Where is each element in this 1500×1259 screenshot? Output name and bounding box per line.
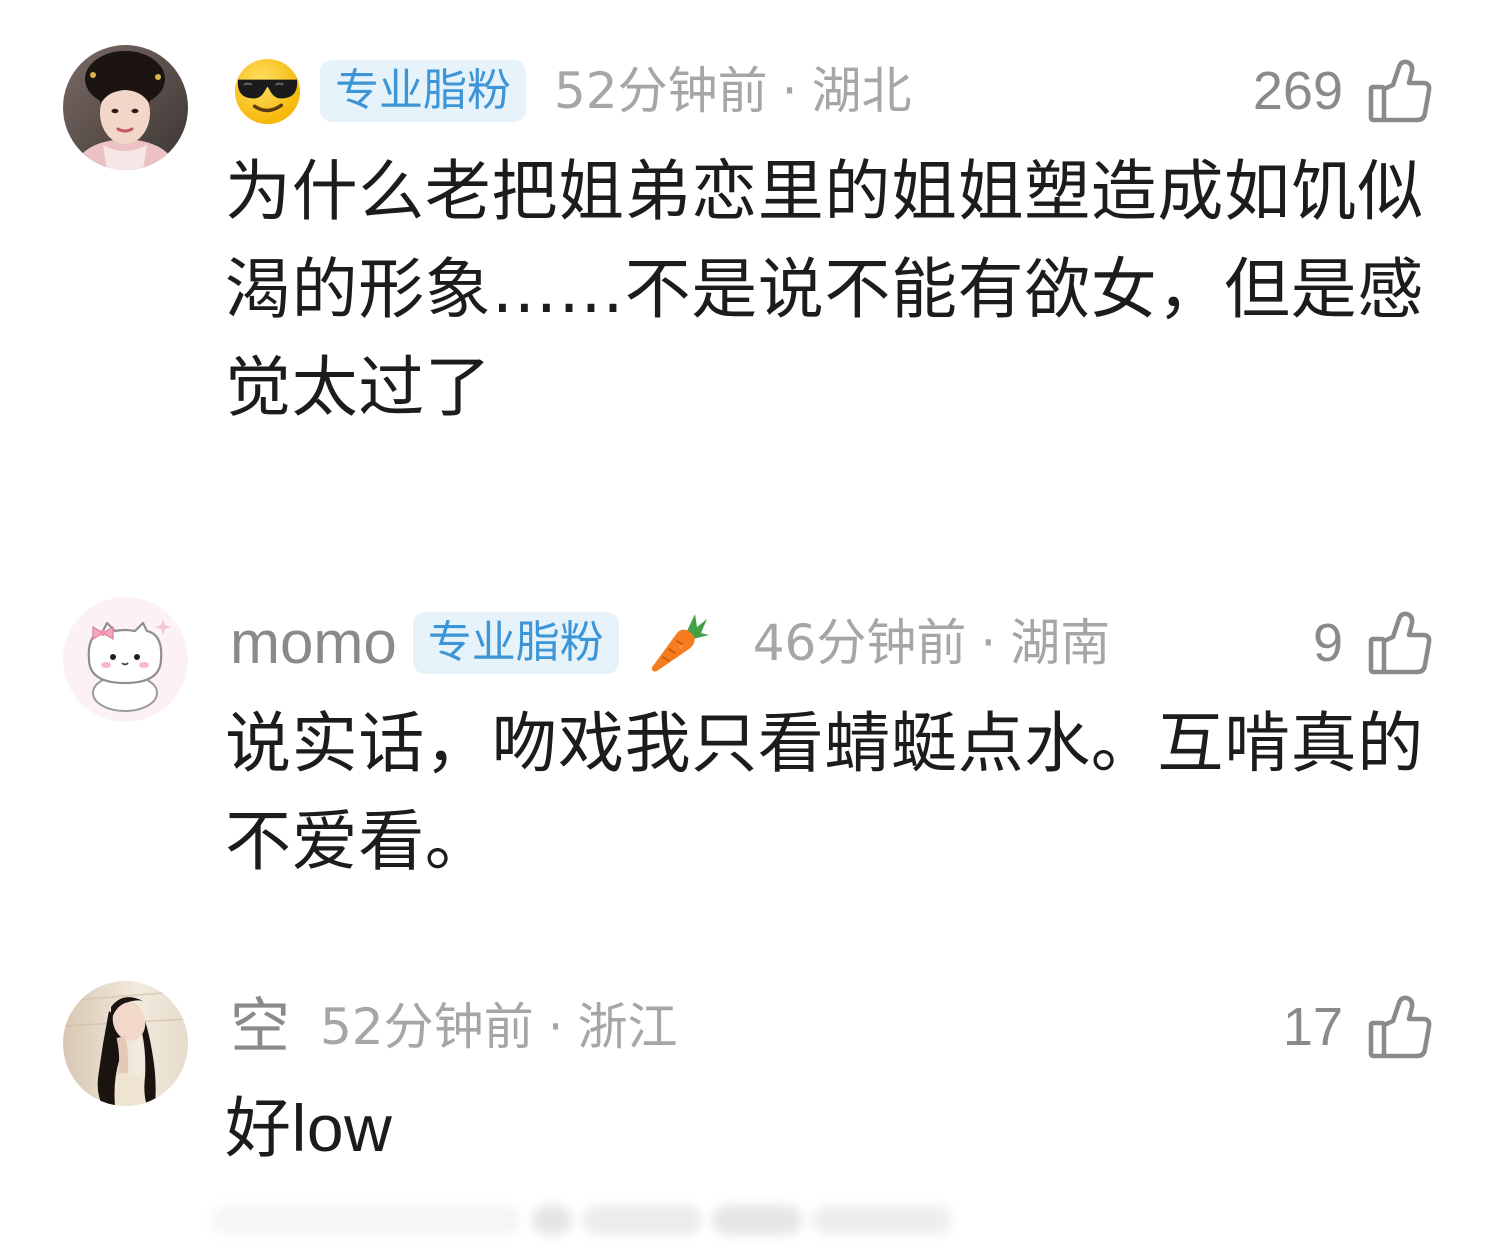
like-button[interactable]: 269 <box>1253 58 1433 124</box>
content-line: 不爱看。 <box>225 803 492 880</box>
comment-time: 52分钟前 <box>320 998 534 1056</box>
content-line: 觉太过了 <box>225 349 492 426</box>
content-line: 渴的形象……不是说不能有欲女，但是感 <box>225 251 1424 328</box>
comment-header: 空 52分钟前 · 浙江 17 <box>225 981 1433 1079</box>
smiling-face-with-sunglasses-icon[interactable] <box>232 56 303 127</box>
carrot-icon <box>647 611 711 675</box>
comment-header: 专业脂粉 52分钟前 · 湖北 269 <box>225 45 1433 143</box>
content-line: 说实话，吻戏我只看蜻蜓点水。互啃真的 <box>225 705 1424 782</box>
like-count: 9 <box>1312 613 1343 673</box>
fan-badge[interactable]: 专业脂粉 <box>320 60 526 122</box>
comment-time: 46分钟前 <box>752 614 967 672</box>
comment-meta: 52分钟前 · 浙江 <box>320 1002 678 1052</box>
thumbs-up-icon[interactable] <box>1367 610 1433 676</box>
woman-portrait-avatar-icon[interactable] <box>63 45 188 170</box>
like-button[interactable]: 9 <box>1313 610 1433 676</box>
content-line: 为什么老把姐弟恋里的姐姐塑造成如饥似 <box>225 153 1424 230</box>
comment-location: 湖南 <box>1010 614 1111 672</box>
long-hair-woman-avatar-icon[interactable] <box>63 981 188 1106</box>
blur-segment <box>212 1205 522 1235</box>
meta-separator: · <box>781 62 798 120</box>
blur-segment <box>582 1205 702 1235</box>
comment-body: 专业脂粉 52分钟前 · 湖北 269 为什么老把姐弟恋里的姐姐塑造成如饥似 渴… <box>225 45 1433 437</box>
like-count: 269 <box>1252 61 1343 121</box>
like-count: 17 <box>1282 997 1343 1057</box>
meta-separator: · <box>547 998 564 1056</box>
username[interactable]: 空 <box>230 997 290 1057</box>
comment-location: 浙江 <box>577 998 678 1056</box>
comment-body: momo 专业脂粉 46分钟前 · 湖南 9 说实话，吻戏我只看蜻蜓点水。互啃真… <box>225 597 1433 891</box>
comment-time: 52分钟前 <box>554 62 768 120</box>
comment-header: momo 专业脂粉 46分钟前 · 湖南 9 <box>225 597 1433 695</box>
fan-badge[interactable]: 专业脂粉 <box>412 612 619 674</box>
comment-meta: 52分钟前 · 湖北 <box>554 66 912 116</box>
blur-segment <box>532 1205 572 1235</box>
comment-content[interactable]: 为什么老把姐弟恋里的姐姐塑造成如饥似 渴的形象……不是说不能有欲女，但是感 觉太… <box>225 143 1433 437</box>
content-line: 好low <box>225 1091 393 1165</box>
username[interactable]: momo <box>230 613 397 673</box>
comment-body: 空 52分钟前 · 浙江 17 好low <box>225 981 1433 1177</box>
comment-list: 专业脂粉 52分钟前 · 湖北 269 为什么老把姐弟恋里的姐姐塑造成如饥似 渴… <box>0 0 1500 1259</box>
thumbs-up-icon[interactable] <box>1367 58 1433 124</box>
thumbs-up-icon[interactable] <box>1367 994 1433 1060</box>
white-cat-cartoon-avatar-icon[interactable] <box>63 597 188 722</box>
comment-meta: 46分钟前 · 湖南 <box>753 618 1111 668</box>
blurred-watermark <box>212 1198 962 1242</box>
comment-location: 湖北 <box>811 62 912 120</box>
like-button[interactable]: 17 <box>1283 994 1433 1060</box>
comment-content[interactable]: 好low <box>225 1079 1433 1177</box>
blur-segment <box>712 1205 802 1235</box>
meta-separator: · <box>980 614 997 672</box>
blur-segment <box>812 1205 952 1235</box>
comment-content[interactable]: 说实话，吻戏我只看蜻蜓点水。互啃真的 不爱看。 <box>225 695 1433 891</box>
